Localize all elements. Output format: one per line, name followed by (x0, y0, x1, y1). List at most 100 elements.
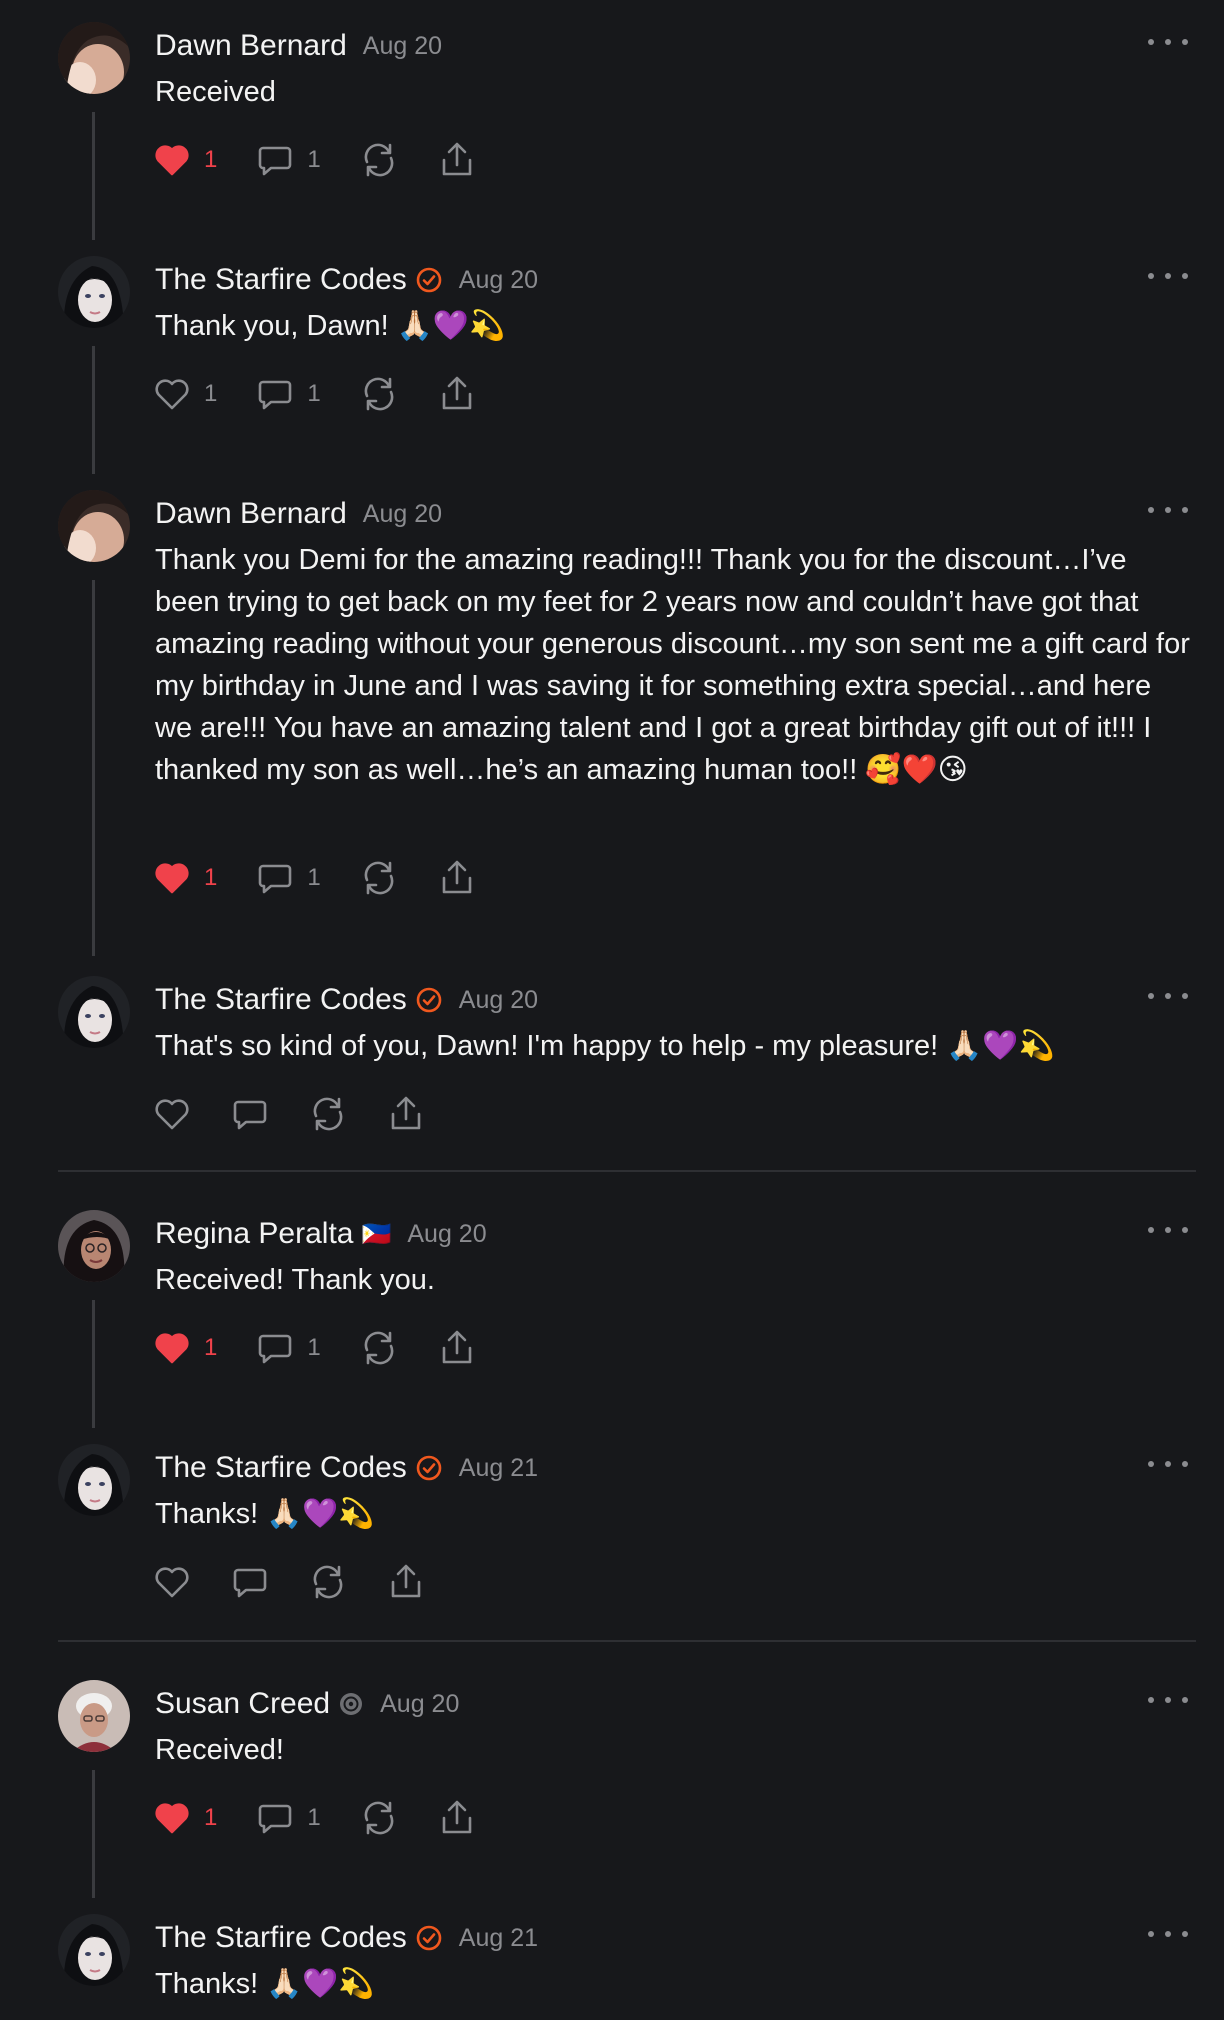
author-name[interactable]: Dawn Bernard (155, 497, 347, 531)
avatar[interactable] (58, 1680, 130, 1752)
action-bar: 1 1 (152, 138, 515, 182)
avatar[interactable] (58, 256, 130, 328)
post-date[interactable]: Aug 20 (459, 986, 538, 1015)
action-bar: 1 1 (152, 1326, 515, 1370)
like-button[interactable]: 1 (152, 858, 217, 898)
verified-icon (415, 986, 443, 1014)
thread-line (92, 1770, 95, 1898)
comment-count: 1 (307, 146, 321, 173)
share-icon (437, 140, 477, 180)
restack-button[interactable] (359, 858, 399, 898)
like-button[interactable]: 1 (152, 1328, 217, 1368)
comment-header: The Starfire Codes Aug 20 (155, 254, 538, 306)
restack-button[interactable] (359, 140, 399, 180)
share-button[interactable] (386, 1562, 426, 1602)
post-date[interactable]: Aug 20 (363, 32, 442, 61)
comment-text: That's so kind of you, Dawn! I'm happy t… (155, 1030, 1055, 1062)
avatar[interactable] (58, 1210, 130, 1282)
thread-line (92, 346, 95, 474)
restack-button[interactable] (359, 1328, 399, 1368)
reply-button[interactable]: 1 (255, 1798, 321, 1838)
thread-line (92, 112, 95, 240)
founding-member-icon (338, 1691, 364, 1717)
comment-icon (255, 140, 295, 180)
share-icon (437, 1798, 477, 1838)
restack-button[interactable] (308, 1094, 348, 1134)
heart-icon (152, 374, 192, 414)
comment-header: Dawn Bernard Aug 20 (155, 20, 442, 72)
restack-button[interactable] (308, 1562, 348, 1602)
author-name[interactable]: The Starfire Codes (155, 1451, 407, 1485)
comment-icon (255, 858, 295, 898)
more-options-icon[interactable] (1148, 1686, 1188, 1714)
restack-icon (359, 140, 399, 180)
author-name[interactable]: The Starfire Codes (155, 1921, 407, 1955)
more-options-icon[interactable] (1148, 1920, 1188, 1948)
more-options-icon[interactable] (1148, 1450, 1188, 1478)
post-date[interactable]: Aug 20 (380, 1690, 459, 1719)
comment-header: Susan Creed Aug 20 (155, 1678, 459, 1730)
post-date[interactable]: Aug 20 (407, 1220, 486, 1249)
reply-button[interactable]: 1 (255, 858, 321, 898)
like-button[interactable]: 1 (152, 140, 217, 180)
like-button[interactable] (152, 1094, 192, 1134)
comment-header: The Starfire Codes Aug 21 (155, 1442, 538, 1494)
divider (58, 1170, 1196, 1172)
more-options-icon[interactable] (1148, 262, 1188, 290)
restack-button[interactable] (359, 374, 399, 414)
thread-line (92, 580, 95, 956)
share-icon (386, 1562, 426, 1602)
author-name[interactable]: The Starfire Codes (155, 263, 407, 297)
like-button[interactable]: 1 (152, 1798, 217, 1838)
divider (58, 1640, 1196, 1642)
share-button[interactable] (437, 858, 477, 898)
post-date[interactable]: Aug 21 (459, 1454, 538, 1483)
more-options-icon[interactable] (1148, 496, 1188, 524)
like-button[interactable]: 1 (152, 374, 217, 414)
action-bar: 1 1 (152, 1796, 515, 1840)
reply-button[interactable]: 1 (255, 374, 321, 414)
more-options-icon[interactable] (1148, 1216, 1188, 1244)
reply-button[interactable] (230, 1562, 270, 1602)
author-name[interactable]: Regina Peralta (155, 1217, 353, 1251)
thread-line (92, 1300, 95, 1428)
share-button[interactable] (437, 140, 477, 180)
author-name[interactable]: Dawn Bernard (155, 29, 347, 63)
avatar[interactable] (58, 976, 130, 1048)
reply-button[interactable] (230, 1094, 270, 1134)
like-button[interactable] (152, 1562, 192, 1602)
share-button[interactable] (437, 1798, 477, 1838)
reply-button[interactable]: 1 (255, 1328, 321, 1368)
like-count: 1 (204, 1334, 218, 1361)
share-button[interactable] (437, 1328, 477, 1368)
post-date[interactable]: Aug 20 (363, 500, 442, 529)
heart-icon (152, 1562, 192, 1602)
comment-text: Thank you Demi for the amazing reading!!… (155, 544, 1190, 786)
share-icon (437, 858, 477, 898)
more-options-icon[interactable] (1148, 982, 1188, 1010)
more-options-icon[interactable] (1148, 28, 1188, 56)
action-bar (152, 1560, 464, 1604)
author-name[interactable]: The Starfire Codes (155, 983, 407, 1017)
reply-button[interactable]: 1 (255, 140, 321, 180)
post-date[interactable]: Aug 21 (459, 1924, 538, 1953)
restack-button[interactable] (359, 1798, 399, 1838)
share-button[interactable] (386, 1094, 426, 1134)
comment-icon (255, 1798, 295, 1838)
post-date[interactable]: Aug 20 (459, 266, 538, 295)
author-name[interactable]: Susan Creed (155, 1687, 330, 1721)
comment-header: The Starfire Codes Aug 21 (155, 1912, 538, 1964)
avatar[interactable] (58, 1914, 130, 1986)
heart-icon (152, 1094, 192, 1134)
avatar[interactable] (58, 1444, 130, 1516)
heart-filled-icon (152, 140, 192, 180)
comment-icon (230, 1562, 270, 1602)
action-bar (152, 1092, 464, 1136)
restack-icon (359, 374, 399, 414)
avatar[interactable] (58, 22, 130, 94)
avatar[interactable] (58, 490, 130, 562)
share-button[interactable] (437, 374, 477, 414)
action-bar: 1 1 (152, 372, 515, 416)
comment-icon (255, 374, 295, 414)
verified-icon (415, 1454, 443, 1482)
